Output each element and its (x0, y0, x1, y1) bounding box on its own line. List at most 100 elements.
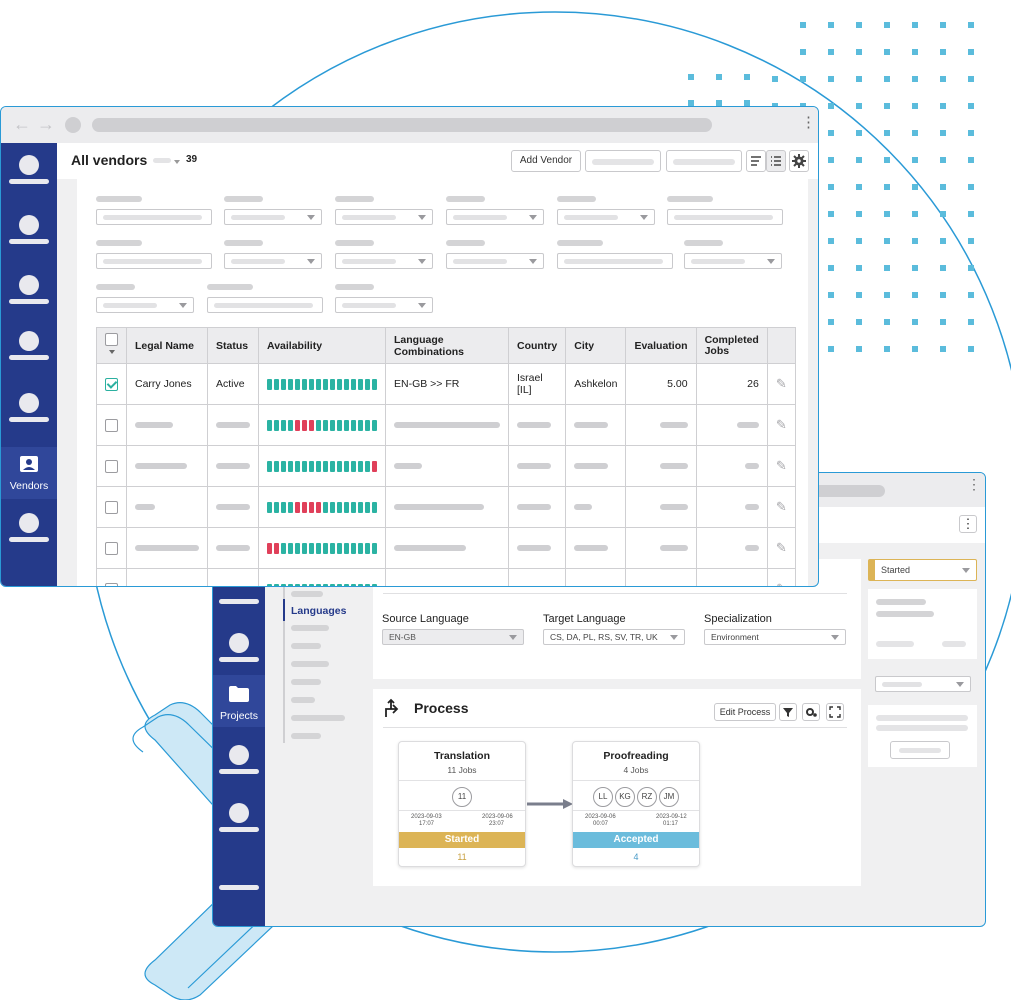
process-step-proofreading[interactable]: Proofreading 4 Jobs LL KG RZ JM 2023-09-06 … (572, 741, 700, 867)
start-time: 17:07 (419, 821, 435, 827)
list-icon (771, 156, 781, 166)
header-action-button-1[interactable] (585, 150, 661, 172)
edit-process-button[interactable]: Edit Process (714, 703, 776, 721)
availability-cell (295, 419, 300, 431)
avatar[interactable]: JM (659, 787, 679, 807)
target-language-select[interactable]: CS, DA, PL, RS, SV, TR, UK (543, 629, 685, 645)
pencil-icon[interactable]: ✎ (776, 540, 787, 555)
cell-availability (258, 486, 386, 528)
forward-arrow-icon[interactable]: → (37, 114, 55, 135)
table-row[interactable]: Carry Jones Active EN-GB >> FR Israel [I… (96, 363, 796, 405)
header-kebab-button[interactable]: ⋮ (959, 515, 977, 533)
avatar[interactable]: 11 (452, 787, 472, 807)
kebab-icon[interactable]: ⋮ (967, 477, 981, 491)
add-vendor-button[interactable]: Add Vendor (511, 150, 581, 172)
availability-cell (267, 460, 272, 472)
source-language-select[interactable]: EN-GB (382, 629, 524, 645)
col-legal-name[interactable]: Legal Name (126, 327, 208, 364)
process-step-translation[interactable]: Translation 11 Jobs 11 2023-09-03 17:07 … (398, 741, 526, 867)
pencil-icon[interactable]: ✎ (776, 458, 787, 473)
cell-completed-jobs: 26 (695, 363, 768, 405)
table-row[interactable]: ✎ (96, 486, 796, 528)
filter-input[interactable] (96, 253, 212, 269)
filter-select[interactable] (96, 297, 194, 313)
availability-cell (295, 378, 300, 390)
row-checkbox[interactable] (105, 500, 118, 514)
pencil-icon[interactable]: ✎ (776, 376, 787, 391)
table-row[interactable]: ✎ (96, 527, 796, 569)
filter-select[interactable] (684, 253, 782, 269)
row-checkbox[interactable] (105, 459, 118, 473)
specialization-select[interactable]: Environment (704, 629, 846, 645)
select-all-checkbox[interactable] (105, 333, 118, 346)
avatar[interactable]: RZ (637, 787, 657, 807)
list-view-button[interactable] (766, 150, 786, 172)
expand-button[interactable] (826, 703, 844, 721)
right-select[interactable] (875, 676, 971, 692)
availability-cell (372, 378, 377, 390)
nav-item-vendors[interactable]: Vendors (1, 447, 57, 499)
chevron-down-icon[interactable] (109, 350, 115, 355)
filter-input[interactable] (96, 209, 212, 225)
filter-button[interactable] (779, 703, 797, 721)
filter-input[interactable] (667, 209, 783, 225)
header-action-button-2[interactable] (666, 150, 742, 172)
availability-cell (309, 583, 314, 586)
col-language-combinations[interactable]: Language Combinations (385, 327, 509, 364)
availability-cell (351, 583, 356, 586)
back-arrow-icon[interactable]: ← (13, 114, 31, 135)
pencil-icon[interactable]: ✎ (776, 417, 787, 432)
availability-cell (267, 378, 272, 390)
col-status[interactable]: Status (207, 327, 259, 364)
pencil-icon[interactable]: ✎ (776, 581, 787, 586)
filter-input[interactable] (207, 297, 323, 313)
table-row[interactable]: ✎ (96, 568, 796, 586)
select-all-header[interactable] (96, 327, 127, 364)
nav-item-projects[interactable]: Projects (213, 675, 265, 727)
filter-select[interactable] (557, 209, 655, 225)
filter-input[interactable] (557, 253, 673, 269)
filter-select[interactable] (446, 253, 544, 269)
reload-icon[interactable] (65, 117, 81, 133)
availability-cell (358, 460, 363, 472)
availability-cell (365, 583, 370, 586)
address-bar[interactable] (92, 118, 712, 132)
chevron-down-icon (418, 215, 426, 220)
status-select[interactable]: Started (868, 559, 977, 581)
pencil-icon[interactable]: ✎ (776, 499, 787, 514)
table-row[interactable]: ✎ (96, 445, 796, 487)
avatar[interactable]: KG (615, 787, 635, 807)
col-country[interactable]: Country (507, 327, 567, 364)
target-language-label: Target Language (543, 613, 626, 625)
side-menu-item-languages[interactable]: Languages (291, 605, 346, 617)
chevron-down-icon[interactable] (174, 160, 180, 164)
row-checkbox[interactable] (105, 418, 118, 432)
row-checkbox[interactable] (105, 582, 118, 586)
row-checkbox[interactable] (105, 377, 118, 391)
col-completed-jobs[interactable]: Completed Jobs (695, 327, 768, 364)
col-availability[interactable]: Availability (258, 327, 386, 364)
avatar[interactable]: LL (593, 787, 613, 807)
availability-cell (323, 460, 328, 472)
filter-select[interactable] (335, 297, 433, 313)
row-checkbox[interactable] (105, 541, 118, 555)
filter-select[interactable] (446, 209, 544, 225)
filter-select[interactable] (224, 209, 322, 225)
filter-select[interactable] (224, 253, 322, 269)
chevron-down-icon (529, 215, 537, 220)
filter-select[interactable] (335, 253, 433, 269)
filter-select[interactable] (335, 209, 433, 225)
availability-cell (302, 378, 307, 390)
cell-availability (258, 363, 386, 405)
sort-button[interactable] (746, 150, 766, 172)
kebab-icon[interactable]: ⋮ (801, 113, 816, 131)
col-evaluation[interactable]: Evaluation (625, 327, 697, 364)
settings-button[interactable] (802, 703, 820, 721)
availability-cell (344, 542, 349, 554)
gear-icon (792, 154, 806, 168)
availability-cell (267, 583, 272, 586)
settings-button[interactable] (789, 150, 809, 172)
table-row[interactable]: ✎ (96, 404, 796, 446)
availability-cell (309, 501, 314, 513)
col-city[interactable]: City (565, 327, 627, 364)
